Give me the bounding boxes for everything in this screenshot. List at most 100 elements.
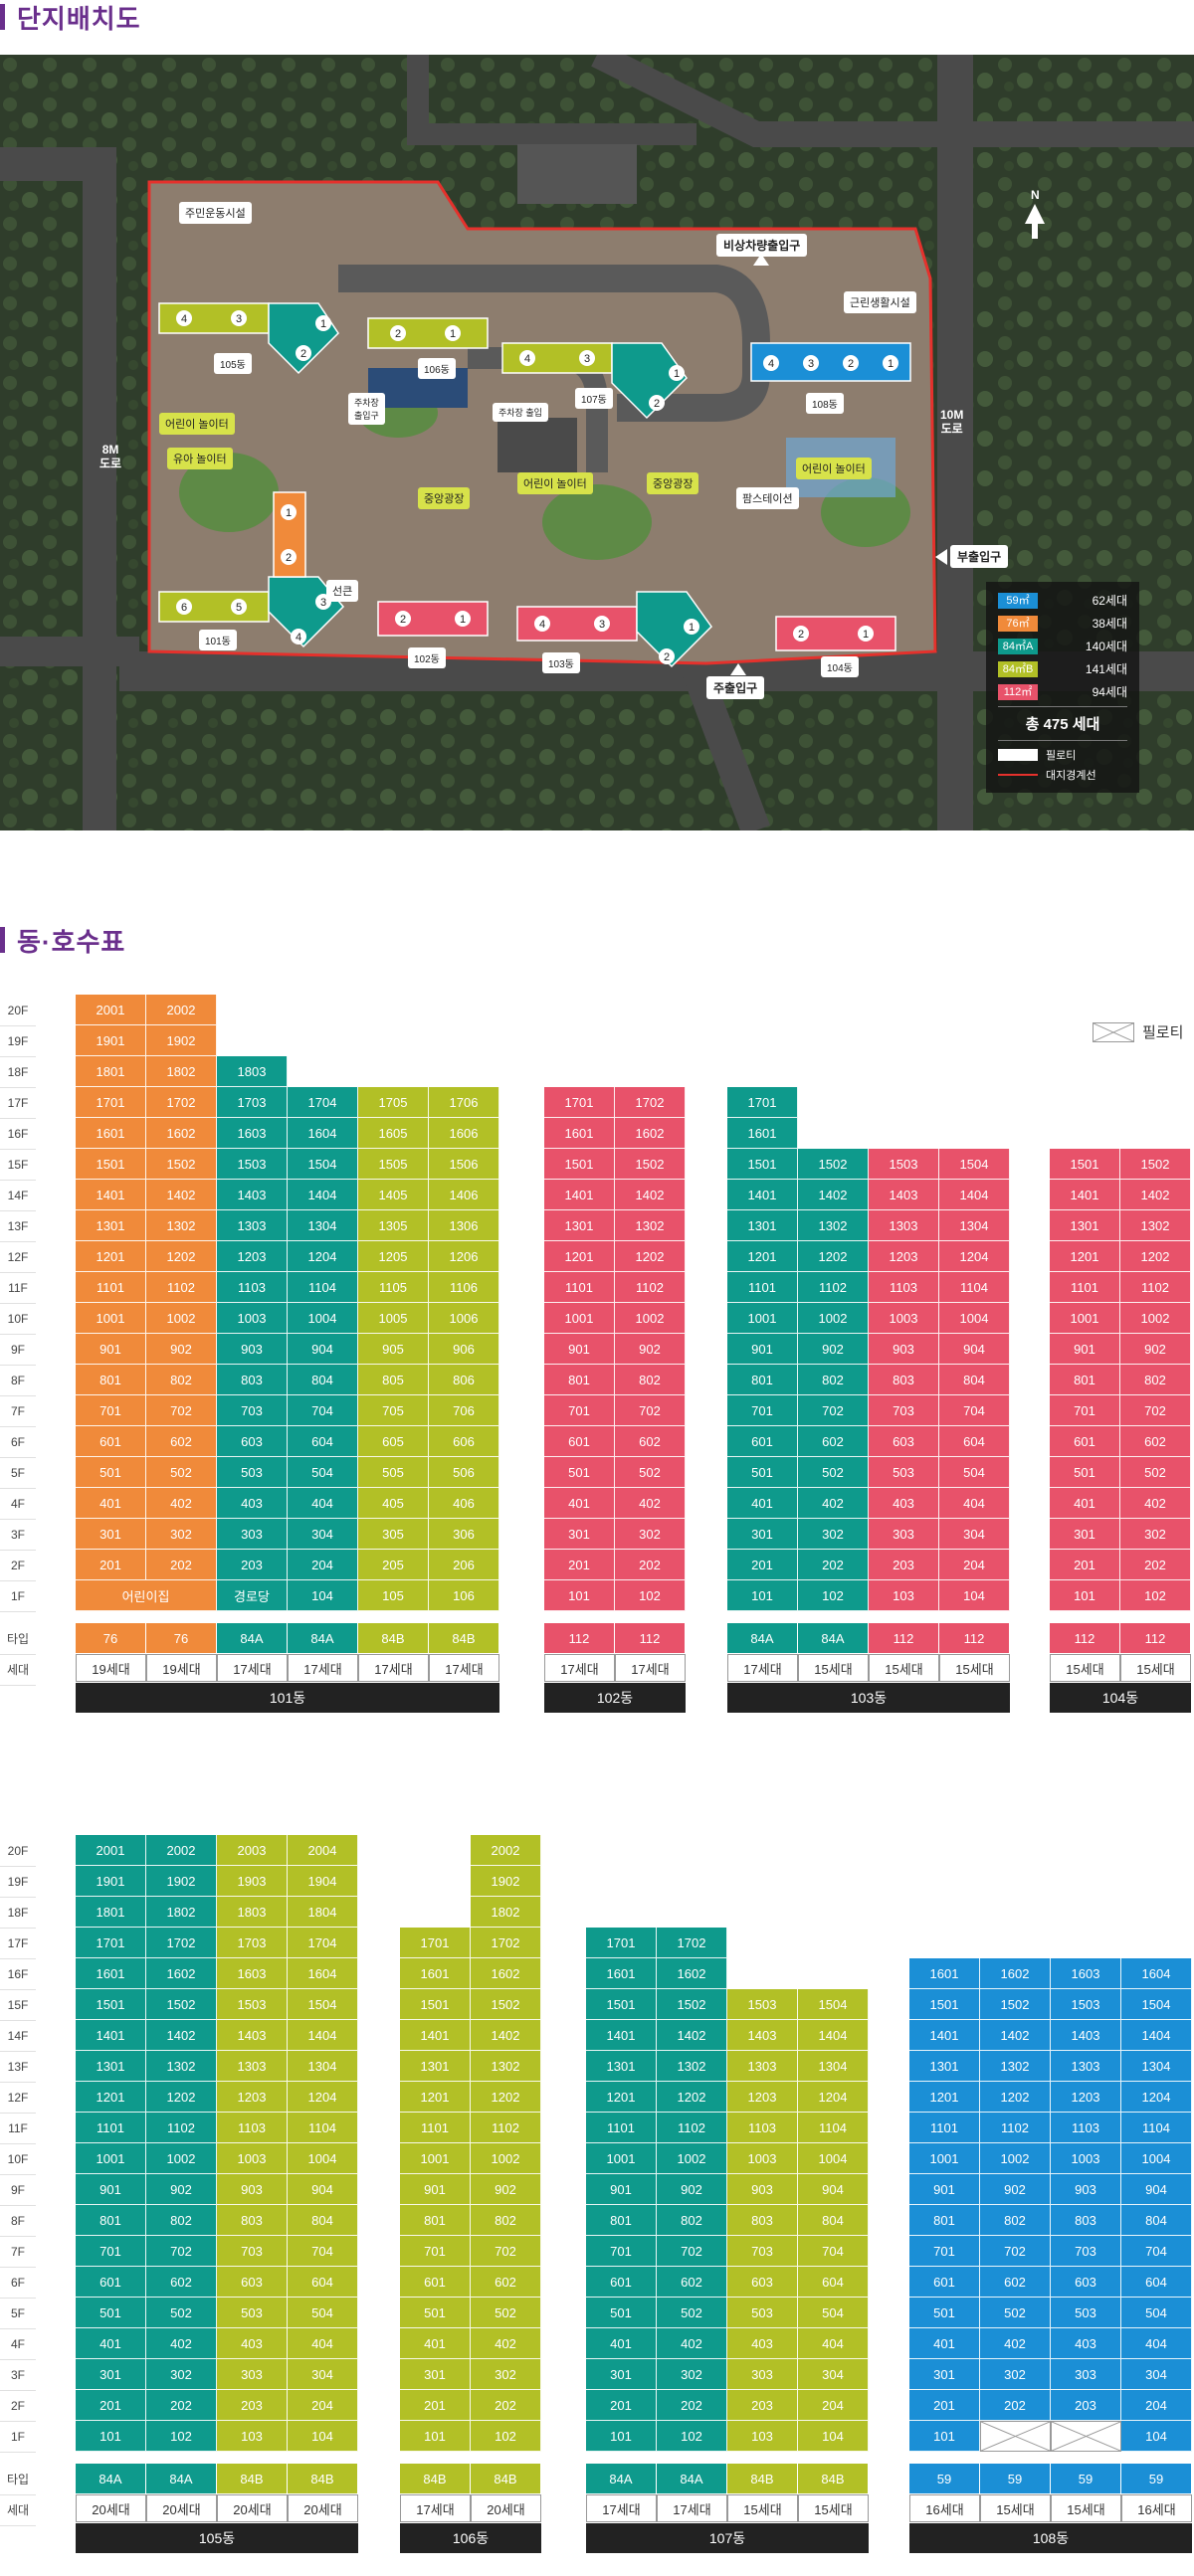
unit-cell: 1202	[146, 2082, 217, 2113]
building-name-bar: 104동	[1050, 1683, 1191, 1713]
unit-cell: 303	[1051, 2359, 1121, 2390]
unit-cell: 903	[869, 1334, 939, 1365]
unit-type-cell: 112	[939, 1623, 1010, 1653]
unit-cell: 1304	[1121, 2051, 1192, 2082]
unit-cell: 602	[615, 1426, 686, 1457]
unit-cell: 702	[146, 1395, 217, 1426]
unit-cell: 802	[1120, 1365, 1191, 1395]
unit-cell: 1104	[288, 2113, 358, 2143]
floor-label: 6F	[0, 2267, 36, 2299]
floor-label: 6F	[0, 1426, 36, 1458]
unit-cell: 1006	[429, 1303, 499, 1334]
legend-boundary: 대지경계선	[998, 767, 1127, 783]
unit-cell: 1301	[400, 2051, 471, 2082]
unit-cell: 1401	[76, 1180, 146, 1210]
unit-cell: 1602	[146, 1118, 217, 1149]
section-title-site-plan: 단지배치도	[0, 0, 141, 34]
building-name-bar: 107동	[586, 2523, 869, 2553]
facility-central-plaza-1: 중앙광장	[418, 487, 471, 509]
unit-cell: 1403	[869, 1180, 939, 1210]
unit-cell: 301	[909, 2359, 980, 2390]
unit-cell: 1601	[76, 1118, 146, 1149]
unit-cell: 503	[217, 1457, 288, 1488]
unit-cell: 1101	[727, 1272, 798, 1303]
unit-cell: 203	[217, 1550, 288, 1580]
unit-cell: 1301	[76, 2051, 146, 2082]
unit-cell: 1902	[471, 1866, 541, 1897]
unit-cell: 401	[909, 2328, 980, 2359]
unit-cell: 806	[429, 1365, 499, 1395]
households-row-label: 세대	[0, 2494, 36, 2526]
svg-text:1: 1	[450, 328, 456, 340]
unit-cell: 1602	[657, 1958, 727, 1989]
unit-cell: 503	[727, 2298, 798, 2328]
unit-cell: 803	[217, 2205, 288, 2236]
floor-label: 11F	[0, 1272, 36, 1304]
unit-cell: 201	[909, 2390, 980, 2421]
unit-cell: 1702	[471, 1928, 541, 1958]
unit-cell: 606	[429, 1426, 499, 1457]
unit-cell: 801	[544, 1365, 615, 1395]
unit-cell: 202	[980, 2390, 1051, 2421]
unit-cell: 901	[909, 2174, 980, 2205]
unit-cell: 1502	[146, 1989, 217, 2020]
type-row-label: 타입	[0, 2464, 36, 2495]
unit-cell: 1401	[727, 1180, 798, 1210]
unit-cell: 1003	[869, 1303, 939, 1334]
unit-cell: 502	[471, 2298, 541, 2328]
unit-cell: 104	[939, 1580, 1010, 1611]
unit-cell: 1803	[217, 1056, 288, 1087]
unit-cell: 603	[217, 2267, 288, 2298]
unit-type-cell: 112	[869, 1623, 939, 1653]
unit-cell: 1306	[429, 1210, 499, 1241]
unit-cell: 1202	[657, 2082, 727, 2113]
unit-cell: 205	[358, 1550, 429, 1580]
unit-cell: 1202	[471, 2082, 541, 2113]
floor-label: 1F	[0, 1580, 36, 1612]
unit-cell: 802	[146, 2205, 217, 2236]
unit-cell: 1401	[909, 2020, 980, 2051]
unit-cell: 204	[1121, 2390, 1192, 2421]
unit-cell: 702	[980, 2236, 1051, 2267]
unit-type-cell: 84A	[798, 1623, 869, 1653]
households-cell: 17세대	[288, 1654, 358, 1682]
unit-cell: 404	[288, 2328, 358, 2359]
unit-cell: 1204	[939, 1241, 1010, 1272]
floor-label: 3F	[0, 2359, 36, 2391]
unit-cell: 301	[76, 2359, 146, 2390]
unit-cell: 803	[1051, 2205, 1121, 2236]
unit-cell: 302	[146, 2359, 217, 2390]
households-cell: 17세대	[400, 2494, 471, 2522]
unit-cell: 1104	[939, 1272, 1010, 1303]
unit-cell: 201	[1050, 1550, 1120, 1580]
compass-letter: N	[1031, 188, 1040, 202]
unit-cell: 1501	[586, 1989, 657, 2020]
unit-cell: 1404	[288, 2020, 358, 2051]
unit-cell: 1503	[869, 1149, 939, 1180]
legend-pilotis: 필로티	[998, 747, 1127, 763]
unit-cell: 501	[586, 2298, 657, 2328]
unit-cell: 1203	[1051, 2082, 1121, 2113]
unit-cell: 701	[1050, 1395, 1120, 1426]
unit-cell: 1705	[358, 1087, 429, 1118]
site-map-legend: 59㎡ 62세대 76㎡ 38세대 84㎡A 140세대 84㎡B 141세대 …	[986, 582, 1139, 793]
svg-text:1: 1	[863, 629, 869, 641]
legend-count-59: 62세대	[1092, 594, 1127, 608]
unit-cell: 1404	[798, 2020, 869, 2051]
unit-cell: 1203	[217, 1241, 288, 1272]
unit-cell: 1603	[217, 1958, 288, 1989]
unit-cell: 504	[288, 1457, 358, 1488]
unit-cell: 1102	[980, 2113, 1051, 2143]
unit-cell: 2003	[217, 1835, 288, 1866]
unit-cell: 1103	[869, 1272, 939, 1303]
unit-cell: 203	[217, 2390, 288, 2421]
unit-cell: 1902	[146, 1025, 217, 1056]
floor-label: 4F	[0, 1488, 36, 1520]
unit-cell: 1504	[288, 1989, 358, 2020]
unit-cell: 1301	[909, 2051, 980, 2082]
unit-cell: 102	[471, 2421, 541, 2452]
unit-cell: 1002	[657, 2143, 727, 2174]
svg-text:2: 2	[654, 398, 660, 410]
unit-cell: 1601	[727, 1118, 798, 1149]
unit-cell: 1005	[358, 1303, 429, 1334]
